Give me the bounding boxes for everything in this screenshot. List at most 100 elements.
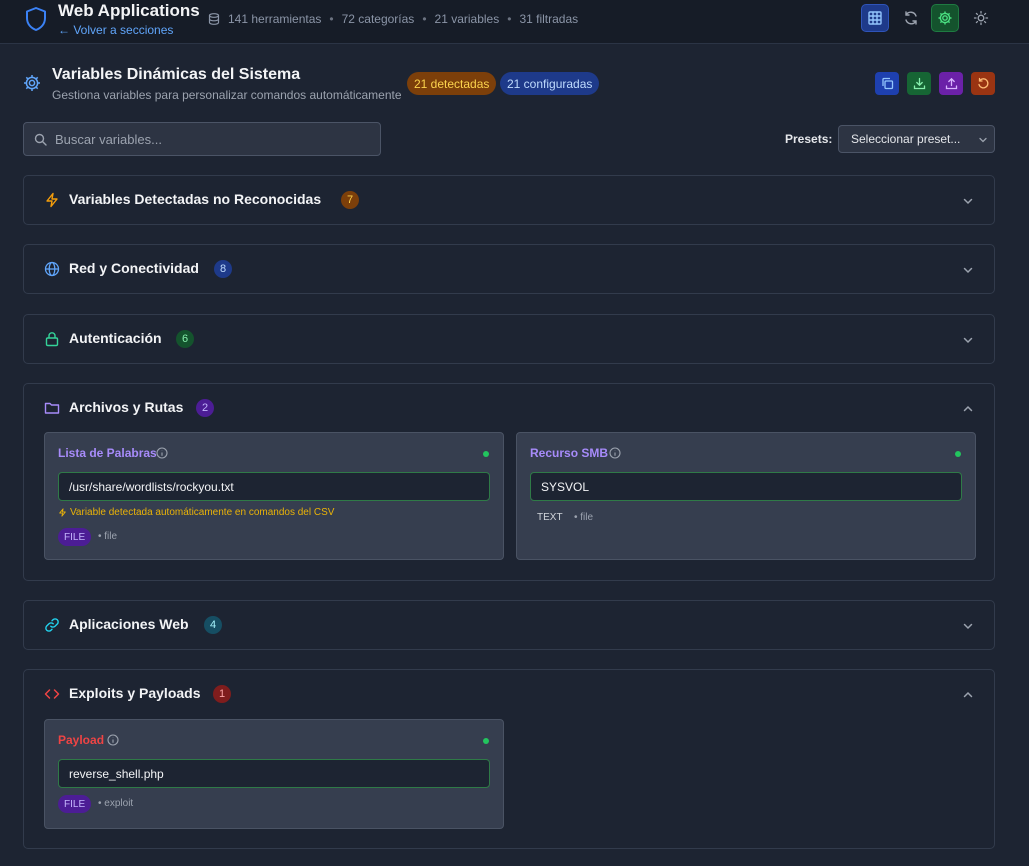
back-link-label: Volver a secciones (73, 23, 174, 37)
app-title: Web Applications (58, 1, 200, 20)
code-icon (44, 689, 60, 699)
theme-toggle-button[interactable] (967, 4, 995, 32)
section-exploits-and-payloads: Exploits y Payloads 1 Payload FILE • exp… (23, 669, 995, 849)
variable-card-payload: Payload FILE • exploit (44, 719, 504, 829)
grid-icon (868, 11, 882, 25)
chevron-down-icon (963, 198, 973, 205)
category-text: • file (574, 512, 594, 523)
section-header[interactable]: Exploits y Payloads 1 (24, 670, 994, 718)
section-title: Variables Detectadas no Reconocidas (69, 191, 322, 207)
section-count-badge: 2 (196, 399, 214, 417)
stat-tools: 141 herramientas (228, 12, 322, 26)
chevron-down-icon (963, 623, 973, 630)
page-title: Variables Dinámicas del Sistema (52, 66, 301, 83)
copy-button[interactable] (875, 72, 899, 95)
variable-value-input[interactable] (530, 472, 962, 501)
chevron-down-icon (963, 267, 973, 274)
section-header[interactable]: Red y Conectividad 8 (24, 245, 994, 293)
shield-icon (26, 7, 46, 31)
variable-value-input[interactable] (58, 472, 490, 501)
settings-gear-icon (24, 75, 40, 91)
section-count-badge: 6 (176, 330, 194, 348)
back-link[interactable]: ← Volver a secciones (58, 23, 173, 37)
top-bar: Web Applications ← Volver a secciones 14… (0, 0, 1029, 44)
section-unrecognized-variables: Variables Detectadas no Reconocidas 7 (23, 175, 995, 225)
section-header[interactable]: Aplicaciones Web 4 (24, 601, 994, 649)
configured-badge: 21 configuradas (500, 72, 600, 95)
chevron-down-icon (979, 137, 987, 143)
reset-button[interactable] (971, 72, 995, 95)
category-label: exploit (104, 798, 134, 809)
section-count-badge: 7 (341, 191, 359, 209)
link-icon (45, 618, 59, 632)
section-network: Red y Conectividad 8 (23, 244, 995, 294)
lightning-icon (59, 508, 66, 517)
refresh-button[interactable] (897, 4, 925, 32)
stat-variables: 21 variables (434, 12, 500, 26)
chevron-up-icon (963, 405, 973, 412)
section-count-badge: 1 (213, 685, 231, 703)
section-web-applications: Aplicaciones Web 4 (23, 600, 995, 650)
detected-note-text: Variable detectada automáticamente en co… (70, 507, 335, 518)
category-label: file (580, 512, 594, 523)
lock-icon (45, 332, 59, 347)
search-input[interactable] (55, 123, 375, 155)
section-title: Autenticación (69, 330, 162, 346)
settings-button[interactable] (931, 4, 959, 32)
chevron-down-icon (963, 337, 973, 344)
status-dot (955, 451, 961, 457)
variable-label: Payload (58, 733, 105, 747)
presets-label: Presets: (785, 132, 833, 146)
page-subtitle: Gestiona variables para personalizar com… (52, 88, 402, 102)
lightning-icon (46, 192, 58, 208)
stats-bar: 141 herramientas • 72 categorías • 21 va… (208, 12, 578, 26)
section-title: Exploits y Payloads (69, 685, 201, 701)
info-icon[interactable] (107, 734, 119, 746)
info-icon[interactable] (609, 447, 621, 459)
section-files-and-paths: Archivos y Rutas 2 Lista de Palabras Var… (23, 383, 995, 581)
search-box (23, 122, 381, 156)
category-text: • file (98, 531, 118, 542)
section-count-badge: 8 (214, 260, 232, 278)
variable-label: Lista de Palabras (58, 446, 157, 460)
upload-button[interactable] (939, 72, 963, 95)
folder-icon (44, 402, 60, 414)
copy-icon (881, 77, 893, 90)
sun-icon (973, 10, 989, 26)
category-text: • exploit (98, 798, 134, 809)
gear-icon (938, 11, 952, 25)
download-icon (913, 77, 925, 90)
section-header[interactable]: Archivos y Rutas 2 (24, 384, 994, 432)
variable-card-smb-share: Recurso SMB TEXT • file (516, 432, 976, 560)
section-header[interactable]: Autenticación 6 (24, 315, 994, 363)
section-title: Archivos y Rutas (69, 399, 184, 415)
type-tag: FILE (58, 528, 92, 546)
section-title: Aplicaciones Web (69, 616, 189, 632)
download-button[interactable] (907, 72, 931, 95)
preset-select[interactable]: Seleccionar preset... (838, 125, 995, 153)
status-dot (483, 738, 489, 744)
stat-categories: 72 categorías (341, 12, 415, 26)
database-icon (208, 13, 220, 25)
section-authentication: Autenticación 6 (23, 314, 995, 364)
detected-badge: 21 detectadas (407, 72, 497, 95)
refresh-icon (905, 11, 917, 25)
info-icon[interactable] (156, 447, 168, 459)
section-count-badge: 4 (204, 616, 222, 634)
search-icon (34, 133, 47, 146)
variable-value-input[interactable] (58, 759, 490, 788)
detected-note: Variable detectada automáticamente en co… (58, 507, 334, 518)
variable-label: Recurso SMB (530, 446, 609, 460)
stat-filtered: 31 filtradas (519, 12, 579, 26)
category-label: file (104, 531, 118, 542)
type-tag: FILE (58, 795, 92, 813)
preset-select-value: Seleccionar preset... (851, 132, 961, 146)
variable-card-wordlist: Lista de Palabras Variable detectada aut… (44, 432, 504, 560)
section-header[interactable]: Variables Detectadas no Reconocidas 7 (24, 176, 994, 224)
reset-icon (977, 77, 988, 89)
globe-icon (44, 261, 60, 277)
status-dot (483, 451, 489, 457)
chevron-up-icon (963, 691, 973, 698)
upload-icon (945, 77, 957, 90)
grid-view-button[interactable] (861, 4, 889, 32)
